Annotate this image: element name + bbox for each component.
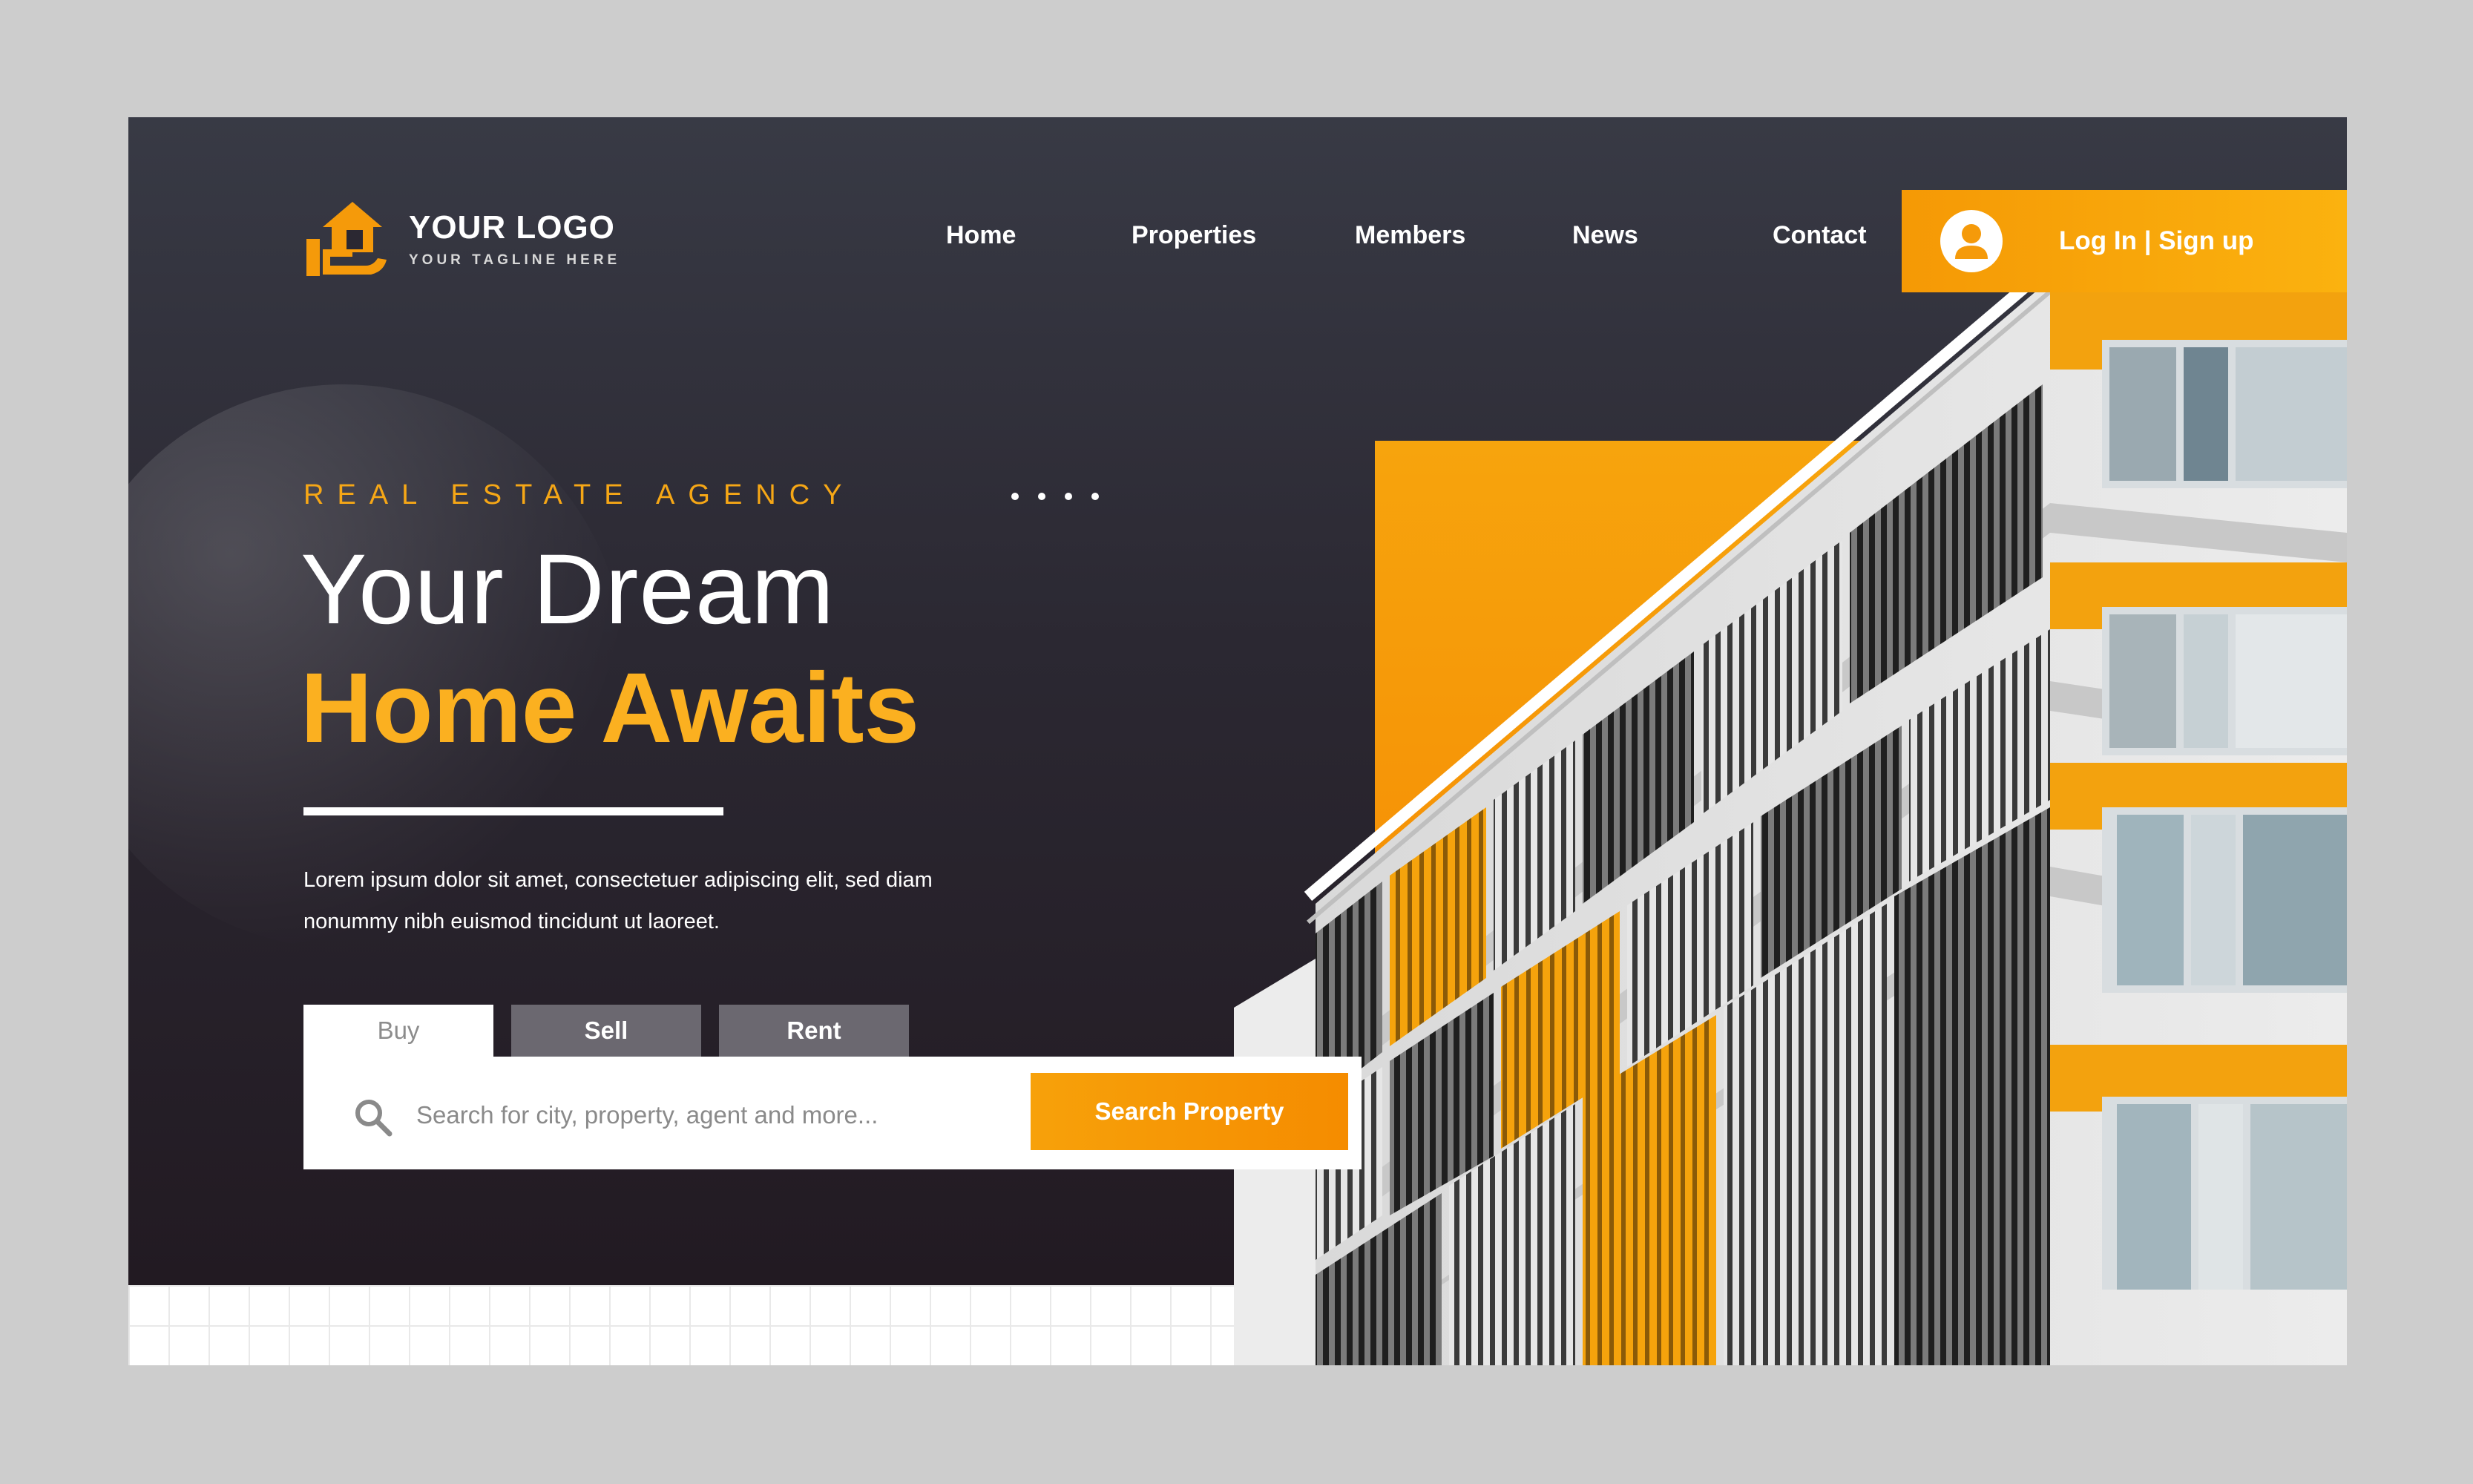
nav-news[interactable]: News xyxy=(1572,221,1638,250)
logo-name: YOUR LOGO xyxy=(409,209,615,246)
dot xyxy=(1011,493,1019,500)
user-avatar-icon xyxy=(1940,210,2003,272)
logo[interactable]: YOUR LOGO YOUR TAGLINE HERE xyxy=(300,197,620,280)
dot xyxy=(1038,493,1045,500)
nav-members[interactable]: Members xyxy=(1355,221,1465,250)
tab-buy[interactable]: Buy xyxy=(303,1005,493,1057)
nav-contact[interactable]: Contact xyxy=(1773,221,1867,250)
hero-eyebrow: REAL ESTATE AGENCY xyxy=(303,479,855,510)
dot xyxy=(1065,493,1072,500)
logo-tagline: YOUR TAGLINE HERE xyxy=(409,252,621,268)
building-image xyxy=(1234,221,2347,1365)
login-label: Log In | Sign up xyxy=(2059,226,2254,255)
nav-home[interactable]: Home xyxy=(946,221,1016,250)
login-signup-button[interactable]: Log In | Sign up xyxy=(1902,190,2347,292)
hero-description: Lorem ipsum dolor sit amet, consectetuer… xyxy=(303,868,933,933)
search-input[interactable] xyxy=(415,1092,982,1138)
decorative-dots xyxy=(1011,493,1099,500)
tab-rent[interactable]: Rent xyxy=(719,1005,909,1057)
main-nav: Home Properties Members News Contact xyxy=(781,221,1909,280)
page-frame: YOUR LOGO YOUR TAGLINE HERE Home Propert… xyxy=(128,117,2347,1365)
search-icon xyxy=(355,1100,393,1137)
search-property-button[interactable]: Search Property xyxy=(1031,1073,1348,1150)
house-hand-icon xyxy=(306,202,387,276)
logo-text: YOUR LOGO YOUR TAGLINE HERE xyxy=(409,209,620,269)
hero-headline-line1: Your Dream xyxy=(300,534,835,645)
search-bar: Search Property xyxy=(303,1057,1362,1169)
tab-sell[interactable]: Sell xyxy=(511,1005,701,1057)
dot xyxy=(1091,493,1099,500)
grid-pattern xyxy=(128,1285,1234,1365)
headline-underline xyxy=(303,807,723,815)
nav-properties[interactable]: Properties xyxy=(1132,221,1256,250)
hero-headline-line2: Home Awaits xyxy=(300,653,920,764)
